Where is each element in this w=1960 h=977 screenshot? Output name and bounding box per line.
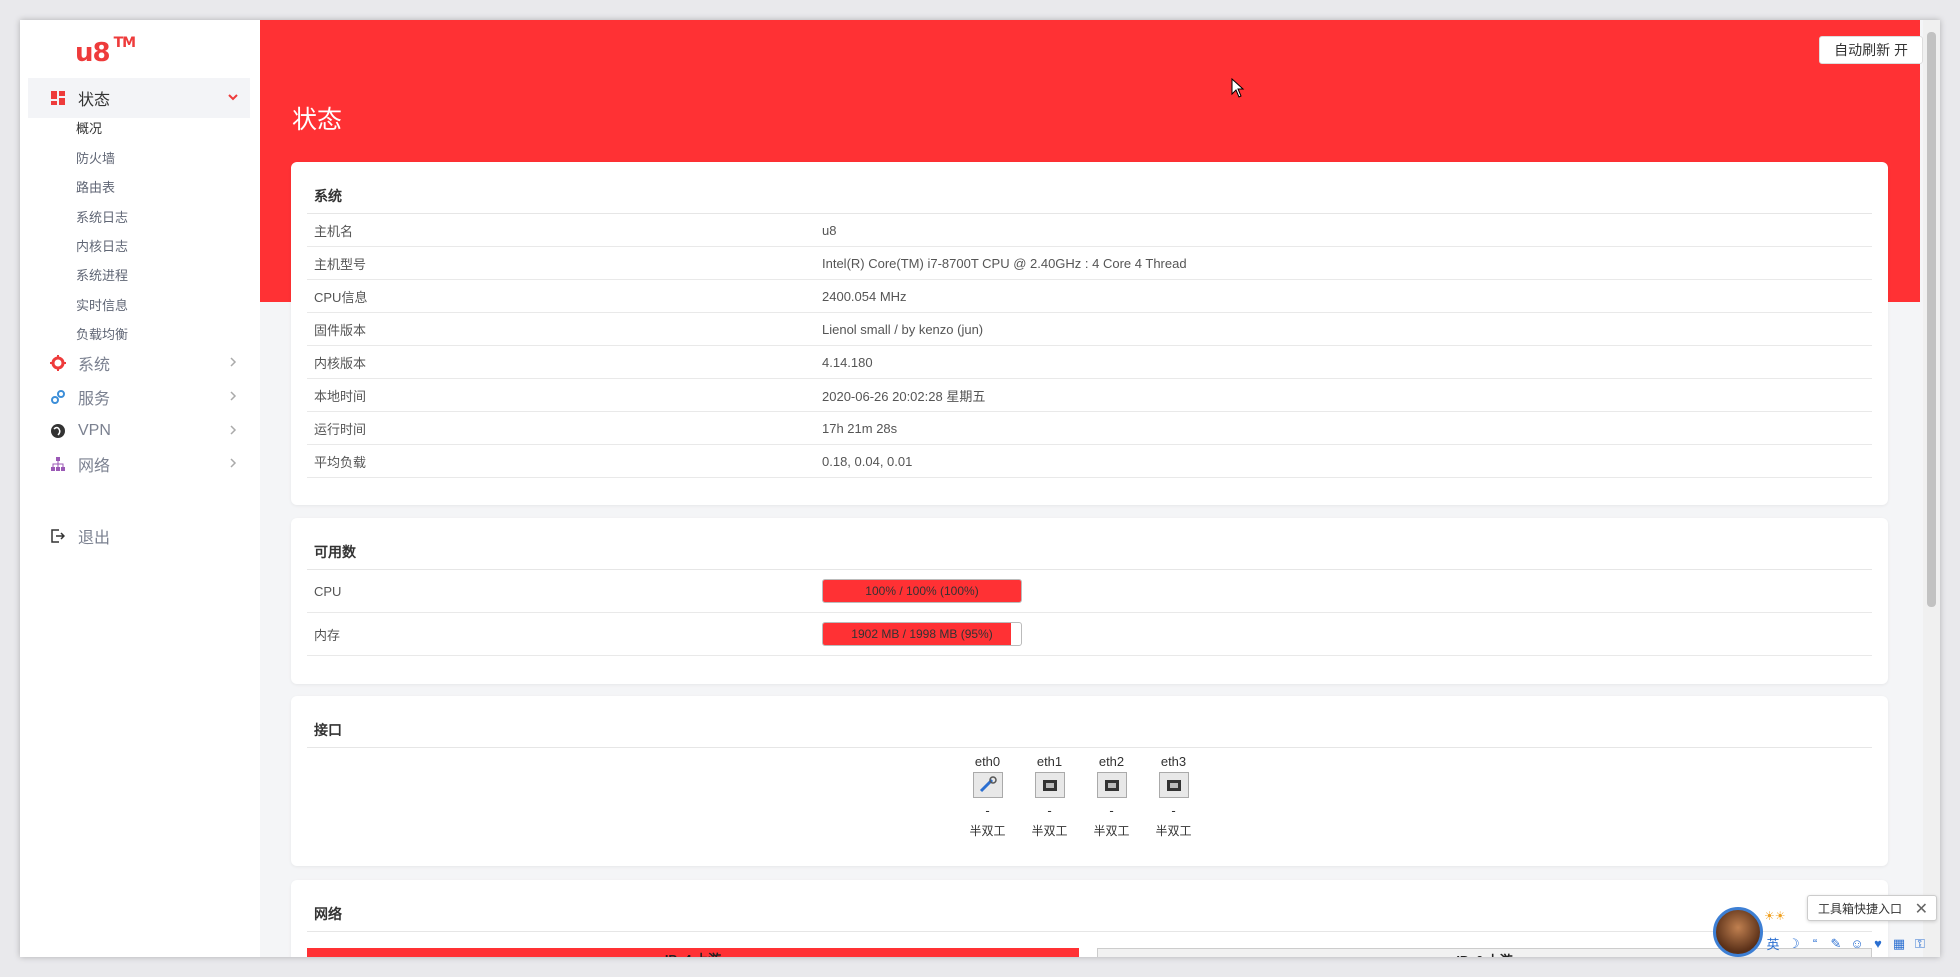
chevron-right-icon [228, 354, 238, 370]
nav-status[interactable]: 状态 [28, 78, 250, 118]
ime-avatar[interactable] [1713, 907, 1763, 957]
ime-lang-toggle[interactable]: 英 [1765, 934, 1781, 953]
table-row: 本地时间 2020-06-26 20:02:28 星期五 [307, 379, 1872, 412]
table-row: 内核版本 4.14.180 [307, 346, 1872, 379]
sidebar-item-syslog[interactable]: 系统日志 [76, 207, 128, 226]
nav-logout[interactable]: 退出 [28, 516, 250, 556]
nav-services-label: 服务 [78, 391, 111, 408]
nav-status-label: 状态 [78, 92, 111, 109]
ethernet-port-icon [1096, 772, 1127, 798]
chevron-down-icon [228, 89, 238, 105]
grid-icon[interactable]: ▦ [1891, 936, 1907, 952]
gear-icon [48, 355, 68, 371]
sidebar-item-load-balance[interactable]: 负载均衡 [76, 324, 128, 343]
sidebar: u8 TM 状态 概况 防火墙 路由表 系统日志 内核日志 系统进程 实时信息 负… [20, 20, 260, 957]
network-tree-icon [48, 456, 68, 472]
chevron-right-icon [228, 455, 238, 471]
interface-list: eth0 - 半双工 eth1 - 半双工 eth2 - 半双工 eth3 - … [289, 748, 1872, 839]
table-row: CPU 100% / 100% (100%) [307, 570, 1872, 613]
ethernet-port-icon [1034, 772, 1065, 798]
chevron-right-icon [228, 422, 238, 438]
table-row: 主机型号 Intel(R) Core(TM) i7-8700T CPU @ 2.4… [307, 247, 1872, 280]
shirt-icon[interactable]: ♥ [1870, 936, 1886, 951]
interface-eth2[interactable]: eth2 - 半双工 [1094, 754, 1130, 839]
ethernet-disconnected-icon [972, 772, 1003, 798]
mouse-cursor-icon [1231, 77, 1245, 103]
browser-viewport: u8 TM 状态 概况 防火墙 路由表 系统日志 内核日志 系统进程 实时信息 负… [20, 20, 1940, 957]
sidebar-item-kernel-log[interactable]: 内核日志 [76, 236, 128, 255]
auto-refresh-button[interactable]: 自动刷新 开 [1819, 36, 1923, 64]
wrench-icon[interactable]: ✎ [1828, 936, 1844, 952]
sidebar-item-processes[interactable]: 系统进程 [76, 265, 128, 284]
scrollbar-thumb[interactable] [1927, 32, 1936, 607]
weather-sun-icon: ☀☀ [1764, 909, 1786, 923]
nav-logout-label: 退出 [78, 530, 111, 547]
logout-icon [48, 529, 68, 543]
table-row: 主机名 u8 [307, 214, 1872, 247]
interfaces-card: 接口 eth0 - 半双工 eth1 - 半双工 eth2 - 半双工 eth3… [291, 696, 1888, 866]
ethernet-port-icon [1158, 772, 1189, 798]
moon-icon[interactable]: ☽ [1786, 936, 1802, 952]
network-card: 网络 IPv4 上游 IPv6 上游 [291, 880, 1888, 957]
usage-card: 可用数 CPU 100% / 100% (100%) 内存 1902 MB / … [291, 518, 1888, 684]
sidebar-item-overview[interactable]: 概况 [76, 118, 102, 137]
nav-vpn-label: VPN [78, 422, 111, 439]
interface-eth0[interactable]: eth0 - 半双工 [970, 754, 1006, 839]
network-card-title: 网络 [307, 880, 1872, 932]
memory-usage-bar: 1902 MB / 1998 MB (95%) [822, 622, 1022, 646]
punctuation-icon[interactable]: “ [1807, 936, 1823, 951]
table-row: 运行时间 17h 21m 28s [307, 412, 1872, 445]
usage-card-title: 可用数 [307, 518, 1872, 570]
globe-icon [48, 423, 68, 439]
table-row: CPU信息 2400.054 MHz [307, 280, 1872, 313]
logo[interactable]: u8 TM [75, 35, 136, 68]
table-row: 固件版本 Lienol small / by kenzo (jun) [307, 313, 1872, 346]
main-content: 状态 自动刷新 开 系统 主机名 u8 主机型号 Intel(R) Core(TM)… [260, 20, 1940, 957]
table-row: 内存 1902 MB / 1998 MB (95%) [307, 613, 1872, 656]
interfaces-card-title: 接口 [307, 696, 1872, 748]
nav-network-label: 网络 [78, 458, 111, 475]
nav-system-label: 系统 [78, 357, 111, 374]
sidebar-item-realtime[interactable]: 实时信息 [76, 295, 128, 314]
sidebar-item-routes[interactable]: 路由表 [76, 177, 115, 196]
page-scrollbar[interactable] [1923, 20, 1940, 957]
cpu-usage-bar: 100% / 100% (100%) [822, 579, 1022, 603]
close-icon[interactable]: ✕ [1915, 899, 1928, 919]
chevron-right-icon [228, 388, 238, 404]
interface-eth1[interactable]: eth1 - 半双工 [1032, 754, 1068, 839]
ime-toolbar: 英 ☽ “ ✎ ☺ ♥ ▦ ⚿ [1765, 934, 1928, 953]
page-title: 状态 [292, 106, 343, 134]
interface-eth3[interactable]: eth3 - 半双工 [1156, 754, 1192, 839]
services-icon [48, 389, 68, 405]
dashboard-icon [48, 91, 68, 105]
system-card-title: 系统 [307, 162, 1872, 214]
table-row: 平均负载 0.18, 0.04, 0.01 [307, 445, 1872, 478]
nav-network[interactable]: 网络 [28, 444, 250, 484]
lock-icon[interactable]: ⚿ [1912, 936, 1928, 952]
smiley-icon[interactable]: ☺ [1849, 936, 1865, 951]
system-card: 系统 主机名 u8 主机型号 Intel(R) Core(TM) i7-8700T … [291, 162, 1888, 505]
toolbox-tooltip[interactable]: 工具箱快捷入口 ✕ [1807, 895, 1938, 921]
sidebar-item-firewall[interactable]: 防火墙 [76, 148, 115, 167]
tab-ipv4-upstream[interactable]: IPv4 上游 [307, 948, 1079, 957]
